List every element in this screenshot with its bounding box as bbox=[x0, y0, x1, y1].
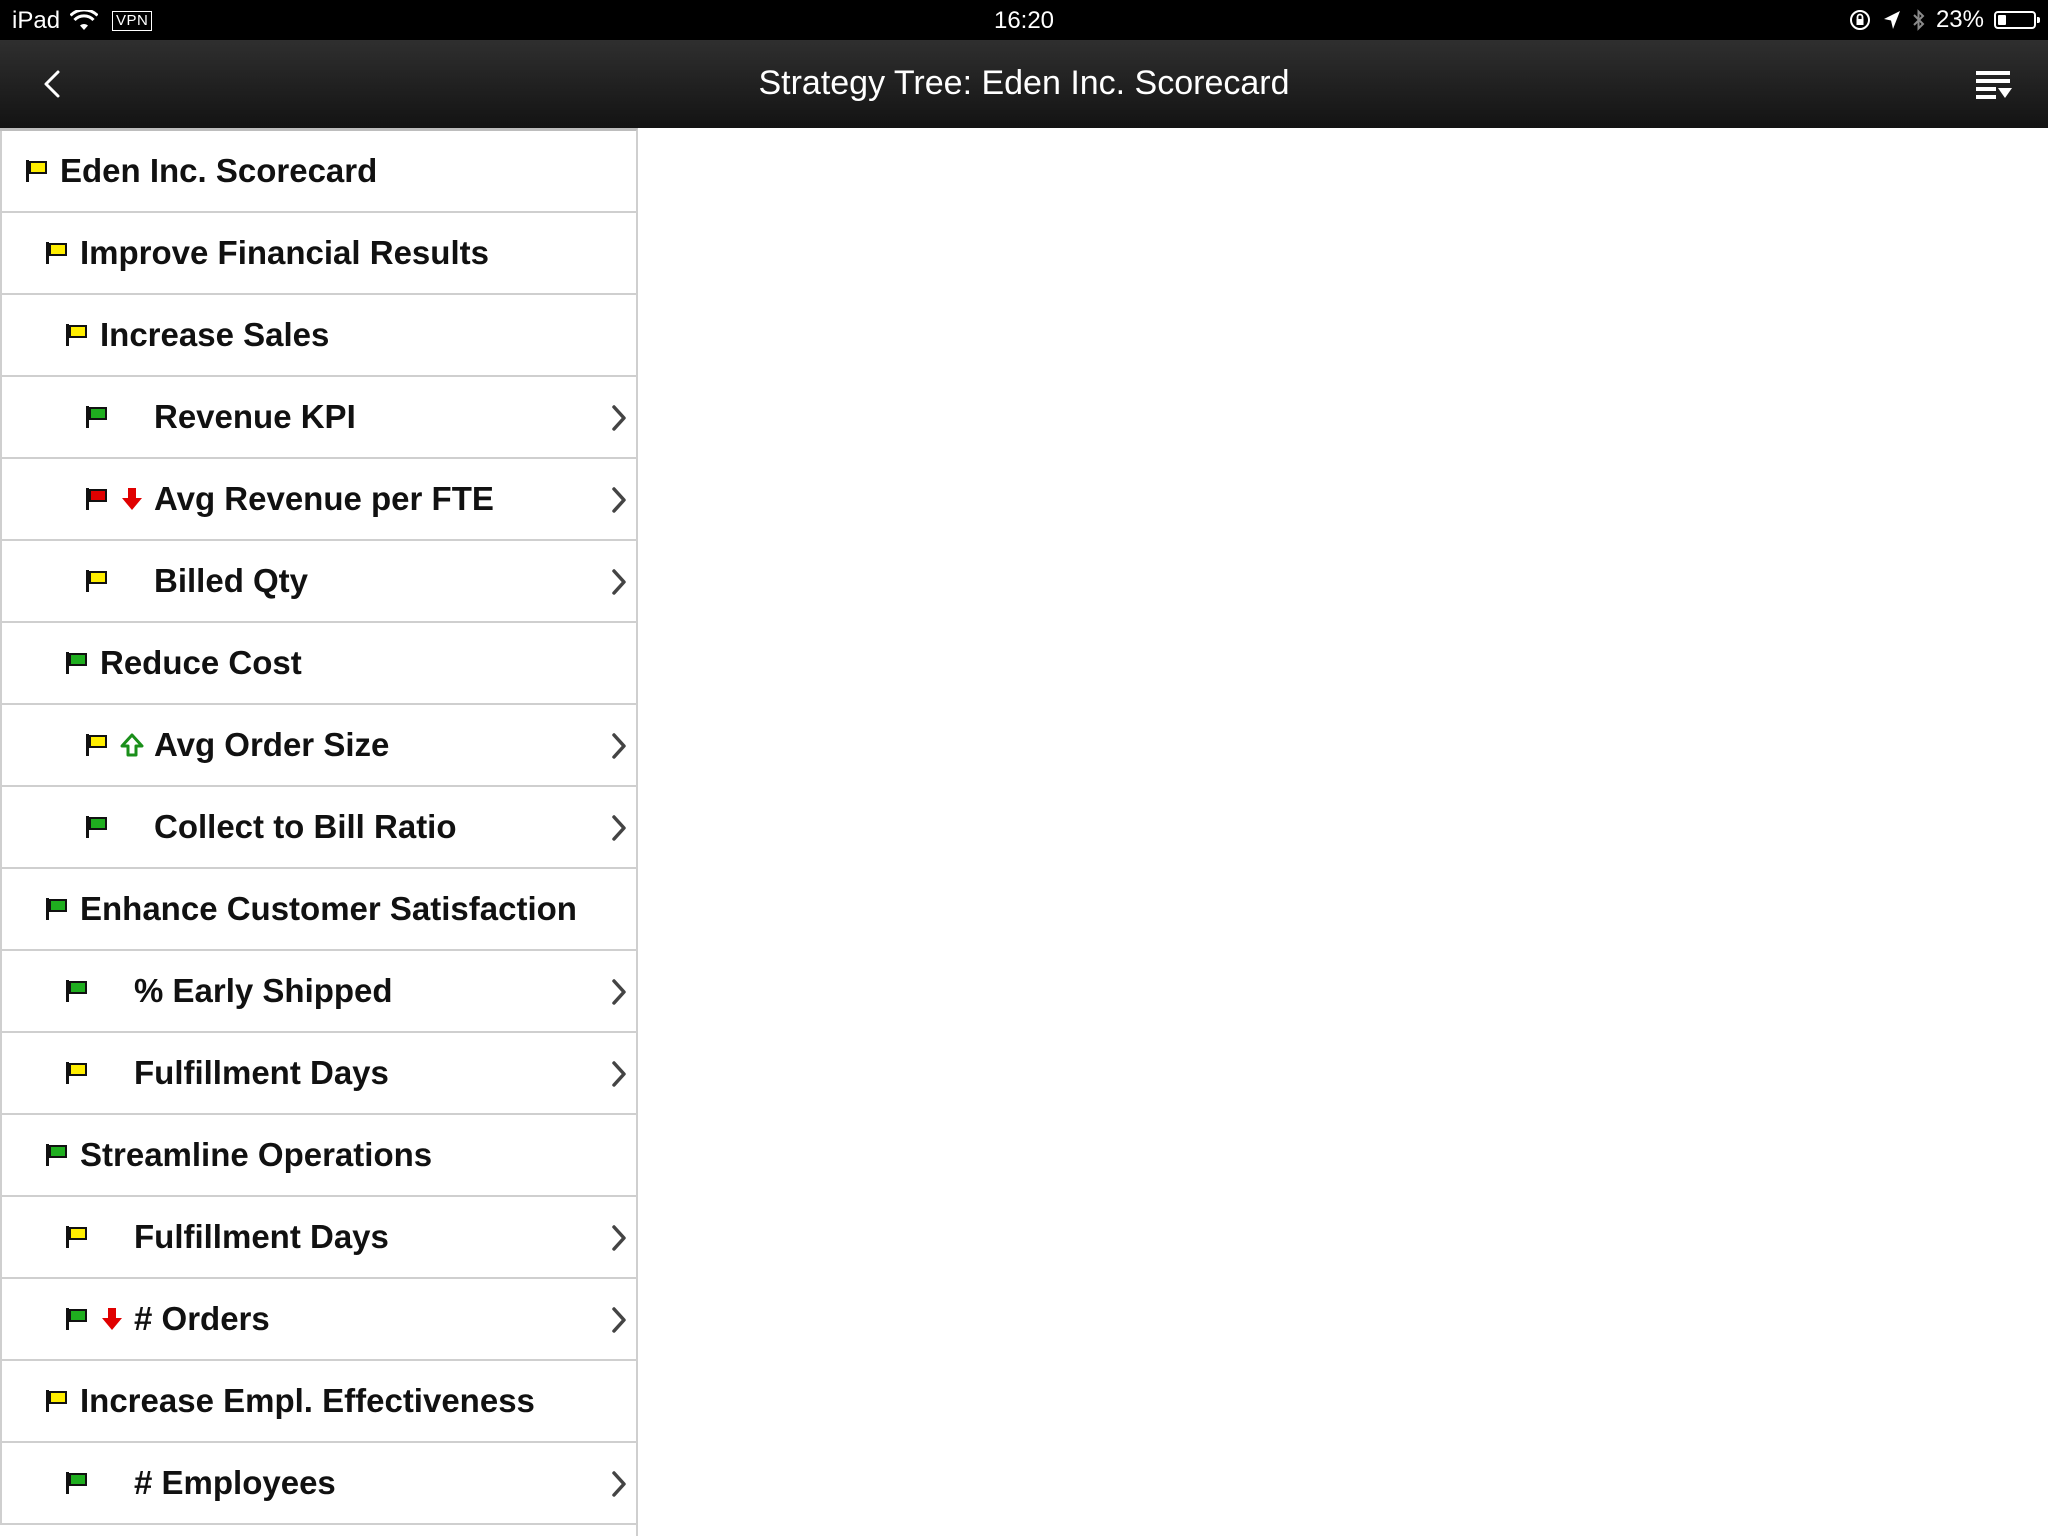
status-time: 16:20 bbox=[993, 7, 1055, 34]
tree-row-label: Increase Empl. Effectiveness bbox=[80, 1382, 535, 1419]
battery-icon bbox=[1994, 11, 2040, 29]
bluetooth-icon bbox=[1913, 9, 1925, 31]
tree-row-label: Revenue KPI bbox=[154, 398, 356, 435]
tree-row-label: Collect to Bill Ratio bbox=[154, 808, 457, 845]
tree-row[interactable]: # Employees bbox=[0, 1443, 636, 1525]
chevron-right-icon[interactable] bbox=[610, 1223, 628, 1253]
chevron-right-icon[interactable] bbox=[610, 1305, 628, 1335]
chevron-right-icon[interactable] bbox=[610, 567, 628, 597]
green-status-flag-icon bbox=[86, 816, 107, 838]
yellow-status-flag-icon bbox=[86, 734, 107, 756]
strategy-tree-list: Eden Inc. Scorecard Improve Financial Res… bbox=[0, 128, 638, 1536]
tree-row[interactable]: Fulfillment Days bbox=[0, 1197, 636, 1279]
tree-row-label: Avg Order Size bbox=[154, 726, 390, 763]
chevron-right-icon[interactable] bbox=[610, 485, 628, 515]
chevron-right-icon[interactable] bbox=[610, 1059, 628, 1089]
battery-percent: 23% bbox=[1935, 6, 1984, 33]
chevron-right-icon[interactable] bbox=[610, 813, 628, 843]
tree-row[interactable]: % Early Shipped bbox=[0, 951, 636, 1033]
tree-row[interactable]: Avg Revenue per FTE bbox=[0, 459, 636, 541]
chevron-right-icon[interactable] bbox=[610, 731, 628, 761]
page-title: Strategy Tree: Eden Inc. Scorecard bbox=[758, 64, 1290, 102]
yellow-status-flag-icon bbox=[46, 1390, 67, 1412]
status-bar: iPad VPN 16:20 23% bbox=[0, 0, 2048, 40]
red-status-flag-icon bbox=[86, 488, 107, 510]
tree-row[interactable]: Collect to Bill Ratio bbox=[0, 787, 636, 869]
tree-row-label: # Employees bbox=[134, 1464, 336, 1501]
tree-row-label: Avg Revenue per FTE bbox=[154, 480, 494, 517]
tree-row[interactable]: Streamline Operations bbox=[0, 1115, 636, 1197]
status-bar-right: 23% bbox=[1848, 6, 2040, 34]
rotation-lock-icon bbox=[1849, 10, 1870, 30]
green-status-flag-icon bbox=[66, 1308, 87, 1330]
yellow-status-flag-icon bbox=[46, 242, 67, 264]
yellow-status-flag-icon bbox=[66, 324, 87, 346]
green-status-flag-icon bbox=[46, 898, 67, 920]
tree-row-label: Eden Inc. Scorecard bbox=[60, 152, 378, 189]
tree-row[interactable]: Increase Empl. Effectiveness bbox=[0, 1361, 636, 1443]
tree-row-label: Increase Sales bbox=[100, 316, 330, 353]
green-status-flag-icon bbox=[66, 652, 87, 674]
chevron-right-icon[interactable] bbox=[610, 403, 628, 433]
green-status-flag-icon bbox=[86, 406, 107, 428]
location-arrow-icon bbox=[1883, 11, 1900, 29]
tree-row[interactable]: Improve Financial Results bbox=[0, 213, 636, 295]
tree-row-label: Billed Qty bbox=[154, 562, 309, 599]
green-status-flag-icon bbox=[46, 1144, 67, 1166]
tree-row[interactable]: Billed Qty bbox=[0, 541, 636, 623]
tree-row[interactable]: Avg Order Size bbox=[0, 705, 636, 787]
tree-row[interactable]: Enhance Customer Satisfaction bbox=[0, 869, 636, 951]
green-status-flag-icon bbox=[66, 980, 87, 1002]
green-status-flag-icon bbox=[66, 1472, 87, 1494]
tree-row[interactable]: Fulfillment Days bbox=[0, 1033, 636, 1115]
tree-row[interactable]: # Orders bbox=[0, 1279, 636, 1361]
tree-row-label: Enhance Customer Satisfaction bbox=[80, 890, 577, 927]
tree-row-label: # Orders bbox=[134, 1300, 270, 1337]
tree-row-label: Fulfillment Days bbox=[134, 1054, 389, 1091]
yellow-status-flag-icon bbox=[66, 1062, 87, 1084]
tree-row[interactable]: Reduce Cost bbox=[0, 623, 636, 705]
tree-row[interactable]: Eden Inc. Scorecard bbox=[0, 131, 636, 213]
tree-row-label: Fulfillment Days bbox=[134, 1218, 389, 1255]
chevron-right-icon[interactable] bbox=[610, 1469, 628, 1499]
tree-row-label: Streamline Operations bbox=[80, 1136, 433, 1173]
trend-down-arrow-icon bbox=[122, 488, 142, 510]
navigation-bar: Strategy Tree: Eden Inc. Scorecard bbox=[0, 40, 2048, 128]
tree-row-label: Improve Financial Results bbox=[80, 234, 489, 271]
chevron-right-icon[interactable] bbox=[610, 977, 628, 1007]
yellow-status-flag-icon bbox=[86, 570, 107, 592]
trend-up-arrow-icon bbox=[120, 733, 144, 757]
yellow-status-flag-icon bbox=[66, 1226, 87, 1248]
tree-row[interactable]: Revenue KPI bbox=[0, 377, 636, 459]
yellow-status-flag-icon bbox=[26, 160, 47, 182]
tree-row-label: Reduce Cost bbox=[100, 644, 302, 681]
tree-row[interactable]: Increase Sales bbox=[0, 295, 636, 377]
trend-down-arrow-icon bbox=[102, 1308, 122, 1330]
tree-row-label: % Early Shipped bbox=[134, 972, 393, 1009]
filter-menu-button[interactable] bbox=[1974, 66, 2014, 106]
